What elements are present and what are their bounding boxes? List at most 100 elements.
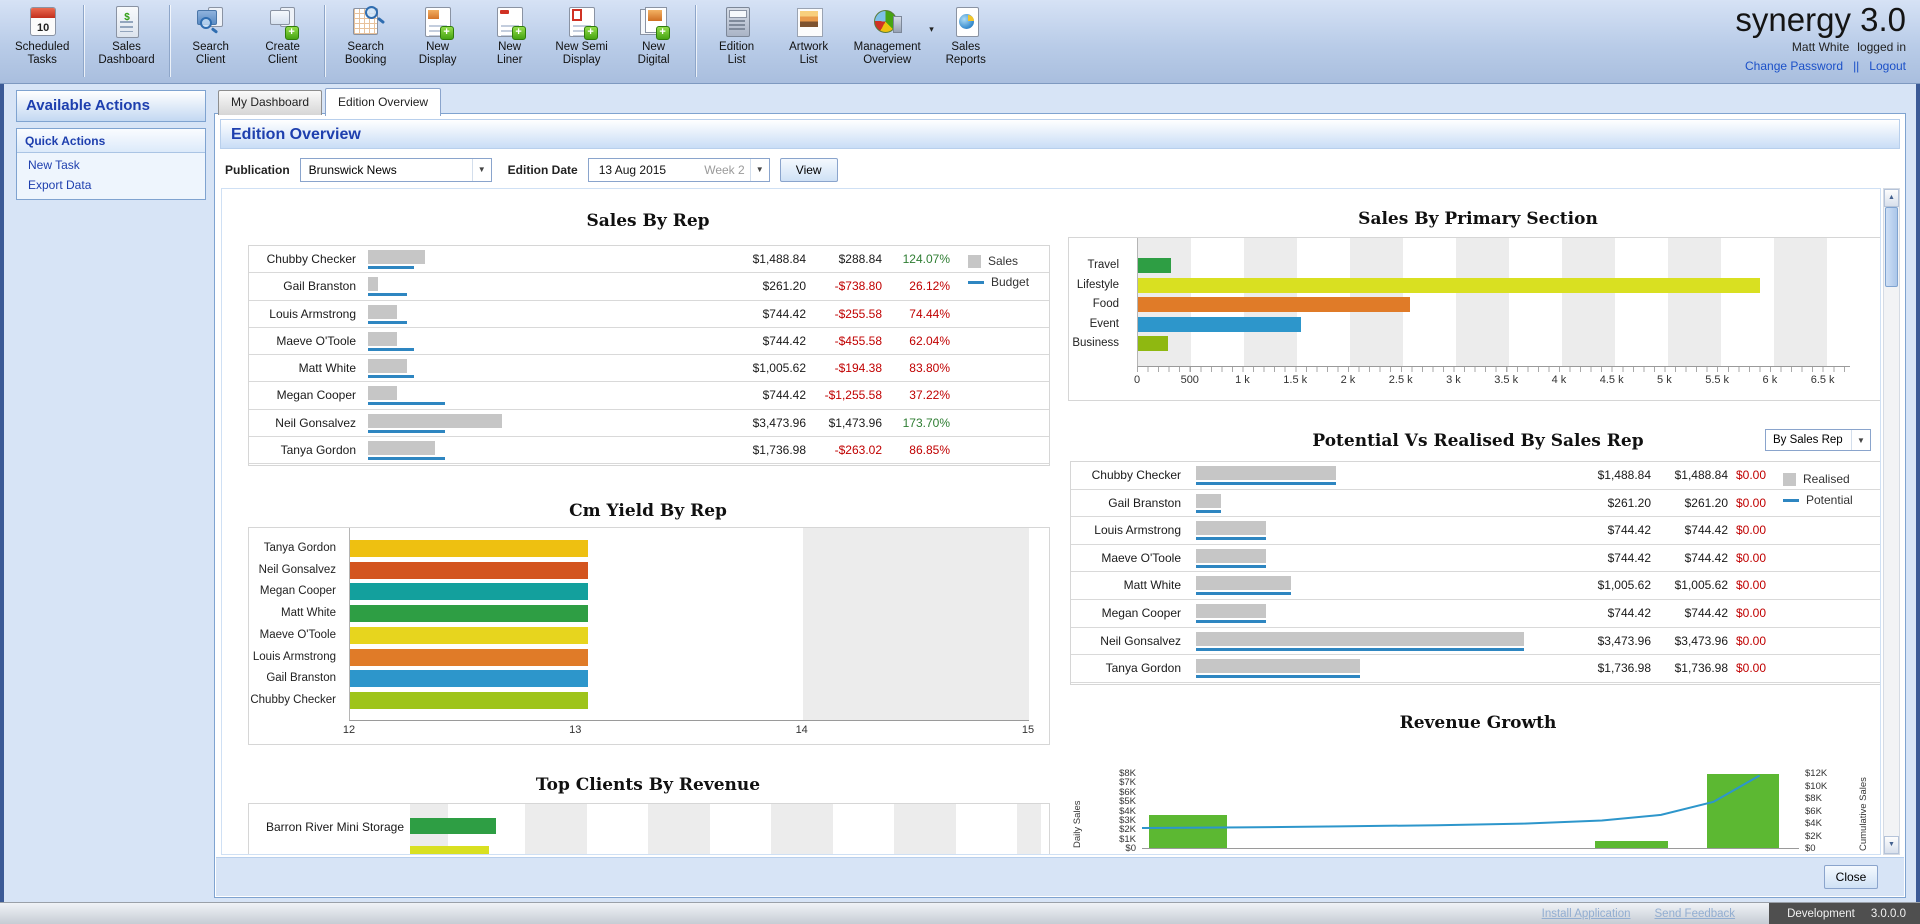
toolbar-button-edition-list[interactable]: EditionList <box>701 0 773 67</box>
sales-bar <box>368 250 425 264</box>
budget-line <box>368 457 445 460</box>
edition-date-select[interactable]: 13 Aug 2015 Week 2 ▼ <box>588 158 770 182</box>
sidebar-item-new-task[interactable]: New Task <box>17 153 205 173</box>
change-password-link[interactable]: Change Password <box>1745 59 1843 73</box>
percent-value: 83.80% <box>909 361 950 375</box>
primary-section-tickmarks <box>1137 367 1849 372</box>
logout-link[interactable]: Logout <box>1869 59 1906 73</box>
revenue-bar <box>410 818 496 834</box>
sales-vs-budget-bars <box>368 277 407 296</box>
yield-bar <box>350 627 588 644</box>
toolbar-button-sales-reports[interactable]: SalesReports <box>930 0 1002 67</box>
yield-bar <box>350 562 588 579</box>
send-feedback-link[interactable]: Send Feedback <box>1655 908 1736 920</box>
panel-footer: Close <box>216 857 1904 896</box>
chevron-down-icon[interactable]: ▼ <box>1851 430 1870 450</box>
sidebar-item-export-data[interactable]: Export Data <box>17 173 205 193</box>
scroll-up-button[interactable]: ▲ <box>1884 189 1899 207</box>
toolbar-button-search-booking[interactable]: SearchBooking <box>330 0 402 67</box>
sales-by-rep-title: Sales By Rep <box>248 211 1048 231</box>
sales-vs-budget-bars <box>368 250 425 269</box>
cm-yield-chart: 12131415 Tanya GordonNeil GonsalvezMegan… <box>248 527 1050 745</box>
toolbar-buttons: ScheduledTasksSalesDashboardSearchClient… <box>6 0 1002 77</box>
sales-bar <box>368 305 397 319</box>
toolbar-button-new-digital[interactable]: NewDigital <box>618 0 690 67</box>
legend-item: Budget <box>968 275 1029 289</box>
new-semi-display-icon <box>564 4 600 40</box>
section-bar <box>1138 258 1171 273</box>
budget-line <box>368 321 407 324</box>
toolbar-button-artwork-list[interactable]: ArtworkList <box>773 0 845 67</box>
percent-value: 26.12% <box>909 279 950 293</box>
toolbar-button-new-semi-display[interactable]: New SemiDisplay <box>546 0 618 67</box>
potential-realised-row: Chubby Checker$1,488.84$1,488.84$0.00 <box>1071 462 1881 490</box>
workspace: Available Actions Quick Actions New Task… <box>0 84 1920 903</box>
toolbar-button-sales-dashboard[interactable]: SalesDashboard <box>89 0 163 67</box>
scroll-down-button[interactable]: ▼ <box>1884 836 1899 854</box>
potential-line <box>1196 592 1291 595</box>
install-application-link[interactable]: Install Application <box>1542 908 1631 920</box>
legend-label: Potential <box>1806 493 1853 507</box>
view-button[interactable]: View <box>780 158 838 182</box>
toolbar-button-new-liner[interactable]: NewLiner <box>474 0 546 67</box>
cumulative-sales-line <box>1142 763 1799 848</box>
potential-value: $1,488.84 <box>1675 468 1728 482</box>
rep-label: Chubby Checker <box>250 692 336 709</box>
new-liner-icon <box>492 4 528 40</box>
axis-tick-label: $10K <box>1805 781 1827 792</box>
toolbar-button-scheduled-tasks[interactable]: ScheduledTasks <box>6 0 78 67</box>
quick-actions-items: New TaskExport Data <box>17 153 205 193</box>
chevron-down-icon[interactable]: ▼ <box>750 159 769 181</box>
close-button[interactable]: Close <box>1824 865 1878 889</box>
toolbar-button-label: EditionList <box>710 41 764 67</box>
charts-content: Sales By Rep Chubby Checker$1,488.84$288… <box>221 188 1881 855</box>
rep-name: Maeve O'Toole <box>276 334 356 348</box>
top-clients-plot <box>410 804 1041 855</box>
percent-value: 74.44% <box>909 307 950 321</box>
toolbar-button-label: NewDisplay <box>411 41 465 67</box>
sales-vs-budget-bars <box>368 441 445 460</box>
toolbar-button-management-overview[interactable]: ManagementOverview▾ <box>845 0 930 67</box>
rep-label: Neil Gonsalvez <box>259 562 336 579</box>
scrollbar-thumb[interactable] <box>1885 207 1898 287</box>
yield-bar <box>350 692 588 709</box>
toolbar-button-new-display[interactable]: NewDisplay <box>402 0 474 67</box>
axis-tick-label: 12 <box>343 724 355 736</box>
cm-yield-plot <box>349 528 1029 721</box>
sales-dashboard-icon <box>108 4 144 40</box>
tab-my-dashboard[interactable]: My Dashboard <box>218 90 322 115</box>
realised-value: $744.42 <box>1608 551 1651 565</box>
rep-name: Neil Gonsalvez <box>1100 634 1181 648</box>
potential-line <box>1196 482 1336 485</box>
potential-value: $744.42 <box>1685 523 1728 537</box>
rep-label: Megan Cooper <box>260 583 336 600</box>
cm-yield-title: Cm Yield By Rep <box>248 501 1048 521</box>
legend-swatch-line <box>968 281 984 284</box>
tab-edition-overview[interactable]: Edition Overview <box>325 88 441 116</box>
difference-value: $0.00 <box>1736 496 1766 510</box>
sales-value: $744.42 <box>763 388 806 402</box>
rep-name: Louis Armstrong <box>1094 523 1181 537</box>
sales-by-rep-row: Gail Branston$261.20-$738.8026.12% <box>249 273 1049 300</box>
section-bar <box>1138 278 1760 293</box>
potential-realised-legend: RealisedPotential <box>1783 472 1853 514</box>
percent-value: 62.04% <box>909 334 950 348</box>
sales-bar <box>368 332 397 346</box>
rep-name: Maeve O'Toole <box>1101 551 1181 565</box>
publication-select[interactable]: Brunswick News ▼ <box>300 158 492 182</box>
legend-swatch-box <box>1783 473 1796 486</box>
axis-tick-label: $4K <box>1805 818 1822 829</box>
section-label: Travel <box>1087 258 1119 273</box>
chevron-down-icon[interactable]: ▼ <box>472 159 491 181</box>
realised-bar <box>1196 632 1524 646</box>
vertical-scrollbar[interactable]: ▲ ▼ <box>1883 188 1900 855</box>
rep-name: Megan Cooper <box>277 388 356 402</box>
variance-value: $1,473.96 <box>829 416 882 430</box>
rep-name: Matt White <box>299 361 356 375</box>
toolbar-button-create-client[interactable]: CreateClient <box>247 0 319 67</box>
revenue-growth-title: Revenue Growth <box>1068 713 1881 733</box>
toolbar-button-search-client[interactable]: SearchClient <box>175 0 247 67</box>
version-number: 3.0.0.0 <box>1871 908 1906 920</box>
axis-tick-label: 6.5 k <box>1811 374 1835 386</box>
group-by-select[interactable]: By Sales Rep ▼ <box>1765 429 1871 451</box>
